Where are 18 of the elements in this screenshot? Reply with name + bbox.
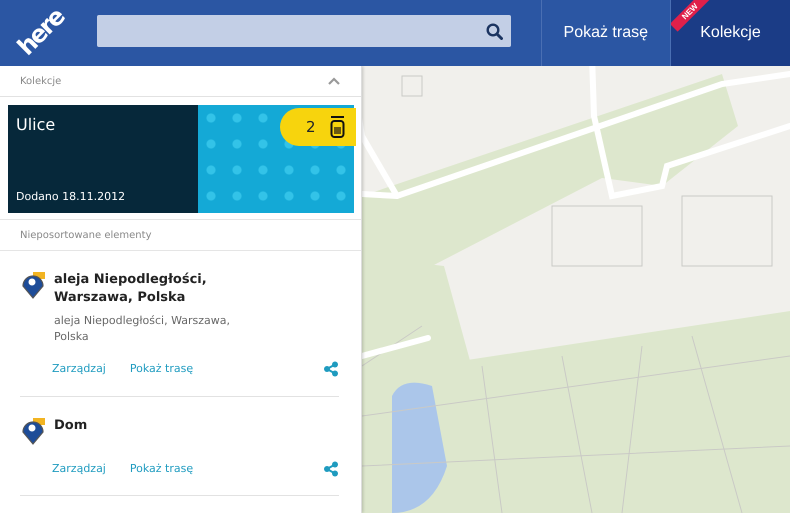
- place-address: aleja Niepodległości, Warszawa, Polska: [54, 313, 232, 345]
- place-name: aleja Niepodległości, Warszawa, Polska: [54, 271, 208, 307]
- share-icon[interactable]: [323, 460, 339, 477]
- jar-icon: [330, 115, 345, 139]
- section-title: Kolekcje: [20, 74, 62, 88]
- location-pin-icon: [20, 271, 46, 299]
- collection-date: Dodano 18.11.2012: [16, 188, 126, 204]
- collection-cover[interactable]: Ulice Dodano 18.11.2012: [8, 105, 198, 213]
- location-pin-icon: [20, 416, 46, 444]
- chevron-icon[interactable]: [327, 76, 341, 86]
- map-drawing[interactable]: [362, 66, 790, 513]
- collection-title: Ulice: [16, 114, 56, 136]
- place-name: Dom: [54, 416, 88, 434]
- share-icon[interactable]: [323, 361, 339, 378]
- search-field[interactable]: [97, 15, 511, 47]
- search-icon[interactable]: [486, 22, 503, 40]
- list-title: Nieposortowane elementy: [20, 228, 152, 242]
- item-count: 2: [306, 116, 316, 138]
